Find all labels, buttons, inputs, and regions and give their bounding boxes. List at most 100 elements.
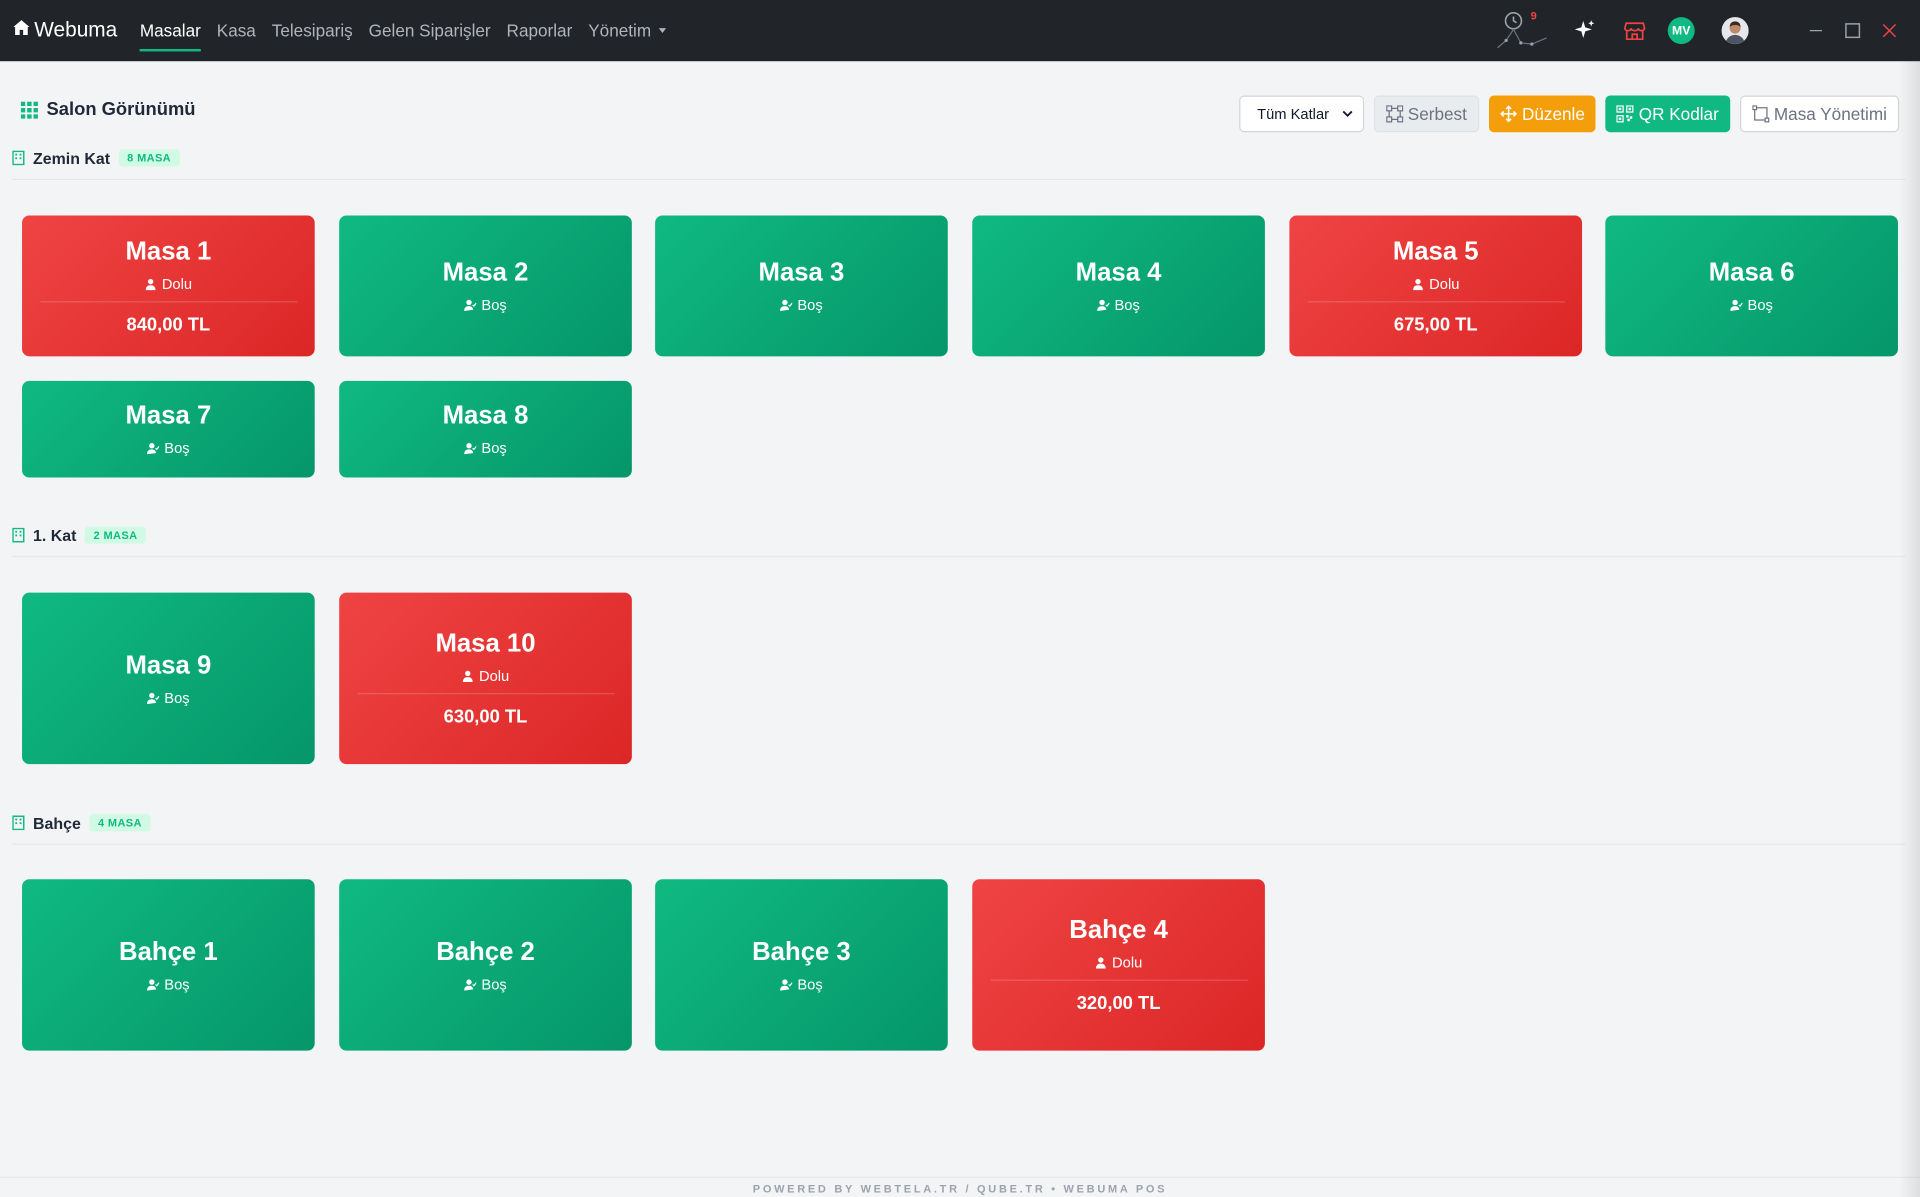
table-name: Masa 1: [125, 236, 212, 266]
person-check-icon: [464, 443, 477, 455]
toolbar-actions: Tüm Katlar Serbest Düzenle QR Kodlar Mas…: [1238, 95, 1900, 133]
table-name: Masa 2: [442, 258, 529, 287]
section-name: Zemin Kat: [33, 148, 111, 168]
table-card-masa-10[interactable]: Masa 10 Dolu 630,00 TL: [339, 592, 632, 765]
table-card-masa-9[interactable]: Masa 9 Boş: [22, 592, 315, 765]
section-header-1-kat: 1. Kat 2 MASA: [12, 523, 1905, 547]
clock-icon: [1497, 12, 1547, 49]
table-status: Boş: [1730, 296, 1773, 313]
nav-masalar[interactable]: Masalar: [139, 0, 201, 61]
table-card-masa-8[interactable]: Masa 8 Boş: [339, 380, 632, 478]
person-icon: [1096, 957, 1106, 969]
table-name: Masa 10: [435, 629, 536, 658]
table-name: Masa 8: [442, 401, 529, 430]
chevron-down-icon: [658, 28, 666, 34]
maximize-icon: [1845, 23, 1861, 39]
minimize-button[interactable]: [1798, 12, 1835, 49]
table-management-button[interactable]: Masa Yönetimi: [1739, 95, 1900, 133]
table-card-masa-7[interactable]: Masa 7 Boş: [22, 380, 315, 478]
nav-yonetim[interactable]: Yönetim: [588, 0, 666, 61]
ai-assistant-button[interactable]: [1572, 18, 1596, 42]
store-icon: [1624, 22, 1646, 41]
table-card-masa-2[interactable]: Masa 2 Boş: [339, 215, 632, 357]
table-card-bahce-1[interactable]: Bahçe 1 Boş: [22, 879, 315, 1051]
person-check-icon: [780, 978, 793, 991]
floor-select[interactable]: Tüm Katlar: [1238, 95, 1364, 133]
table-card-bahce-2[interactable]: Bahçe 2 Boş: [339, 879, 632, 1051]
person-check-icon: [147, 443, 160, 455]
edge-shadow: [1897, 61, 1920, 1197]
topbar-actions: 9 MV: [1495, 9, 1908, 53]
table-card-masa-1[interactable]: Masa 1 Dolu 840,00 TL: [22, 215, 315, 357]
person-check-icon: [147, 692, 160, 704]
nav-raporlar[interactable]: Raporlar: [507, 0, 573, 61]
brand-name: Webuma: [34, 18, 118, 42]
serbest-button[interactable]: Serbest: [1373, 95, 1480, 133]
table-name: Bahçe 4: [1069, 915, 1168, 945]
section-name: 1. Kat: [33, 525, 77, 545]
pending-count-badge: 9: [1530, 9, 1537, 23]
avatar[interactable]: MV: [1667, 17, 1695, 45]
table-status: Boş: [1097, 296, 1140, 313]
section-name: Bahçe: [33, 813, 81, 833]
building-icon: [12, 815, 25, 831]
person-check-icon: [780, 299, 793, 312]
table-total: 320,00 TL: [1076, 993, 1161, 1014]
page-title-text: Salon Görünümü: [46, 99, 196, 121]
top-bar: Webuma Masalar Kasa Telesipariş Gelen Si…: [0, 0, 1920, 62]
table-name: Masa 5: [1392, 236, 1479, 266]
brand[interactable]: Webuma: [12, 18, 117, 42]
table-status: Dolu: [1095, 954, 1142, 971]
table-total: 840,00 TL: [126, 314, 211, 335]
table-status: Dolu: [462, 667, 509, 684]
person-check-icon: [464, 299, 477, 312]
chevron-down-icon: [1342, 110, 1353, 118]
store-button[interactable]: [1622, 18, 1646, 42]
maximize-button[interactable]: [1834, 12, 1871, 49]
nav-telesiparis[interactable]: Telesipariş: [272, 0, 353, 61]
qr-codes-button[interactable]: QR Kodlar: [1605, 95, 1730, 133]
qr-code-icon: [1616, 105, 1634, 123]
footer: POWERED BY WEBTELA.TR / QUBE.TR • WEBUMA…: [752, 1182, 1168, 1196]
section-header-zemin-kat: Zemin Kat 8 MASA: [12, 146, 1905, 170]
table-name: Bahçe 3: [752, 937, 851, 966]
grid-icon: [20, 101, 38, 119]
table-total: 630,00 TL: [443, 706, 528, 728]
table-card-masa-5[interactable]: Masa 5 Dolu 675,00 TL: [1289, 215, 1583, 357]
main-nav: Masalar Kasa Telesipariş Gelen Siparişle…: [132, 0, 674, 61]
table-card-masa-4[interactable]: Masa 4 Boş: [972, 215, 1265, 357]
section-divider: [12, 843, 1906, 845]
building-icon: [12, 150, 25, 166]
table-name: Masa 4: [1075, 258, 1162, 287]
free-layout-icon: [1385, 105, 1403, 123]
duzenle-button[interactable]: Düzenle: [1488, 95, 1596, 133]
close-icon: [1882, 23, 1897, 38]
table-count-badge: 2 MASA: [84, 526, 146, 544]
section-divider: [12, 178, 1906, 181]
nav-gelen-siparisler[interactable]: Gelen Siparişler: [369, 0, 491, 61]
home-icon: [12, 18, 30, 42]
table-status: Boş: [464, 975, 507, 992]
table-card-masa-3[interactable]: Masa 3 Boş: [655, 215, 948, 357]
person-icon: [1413, 278, 1424, 290]
section-header-bahce: Bahçe 4 MASA: [12, 811, 1905, 835]
table-name: Masa 7: [125, 401, 212, 430]
user-photo-icon: [1721, 17, 1749, 45]
table-card-bahce-3[interactable]: Bahçe 3 Boş: [655, 879, 948, 1051]
building-icon: [12, 527, 25, 543]
card-divider: [1307, 300, 1565, 302]
table-name: Bahçe 2: [436, 937, 535, 966]
table-card-bahce-4[interactable]: Bahçe 4 Dolu 320,00 TL: [972, 879, 1265, 1051]
floor-select-value: Tüm Katlar: [1257, 105, 1330, 123]
card-divider: [990, 979, 1248, 981]
table-status: Dolu: [1412, 275, 1459, 292]
pending-orders-button[interactable]: 9: [1495, 9, 1549, 53]
table-card-masa-6[interactable]: Masa 6 Boş: [1605, 215, 1898, 357]
section-divider: [12, 555, 1906, 558]
table-status: Boş: [464, 440, 507, 457]
close-button[interactable]: [1871, 12, 1908, 49]
table-status: Boş: [464, 296, 507, 313]
user-avatar[interactable]: [1721, 17, 1749, 45]
nav-kasa[interactable]: Kasa: [217, 0, 256, 61]
table-status: Boş: [780, 975, 823, 992]
